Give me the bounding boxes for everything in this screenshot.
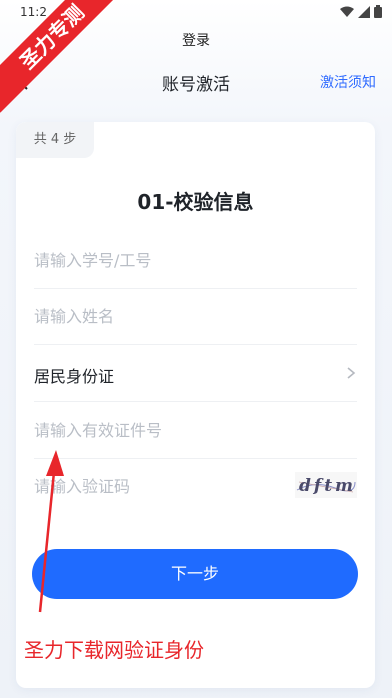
captcha-image[interactable]: dftm [295, 472, 357, 498]
student-id-input[interactable] [34, 232, 274, 288]
form-card: 共 4 步 01-校验信息 居民身份证 dftm 下一步 [16, 122, 375, 688]
id-type-select[interactable]: 居民身份证 [34, 345, 357, 402]
step-count-badge: 共 4 步 [16, 122, 94, 158]
activation-notice-link[interactable]: 激活须知 [320, 72, 376, 92]
id-number-input[interactable] [34, 402, 274, 458]
captcha-input[interactable] [34, 458, 274, 514]
next-step-button[interactable]: 下一步 [32, 549, 358, 599]
id-type-value: 居民身份证 [34, 367, 115, 386]
chevron-right-icon [347, 367, 356, 379]
status-icons [340, 5, 382, 18]
annotation-text: 圣力下载网验证身份 [24, 638, 204, 662]
battery-icon [374, 5, 382, 18]
captcha-field: dftm [34, 458, 357, 514]
status-time: 11:2 [20, 5, 47, 19]
name-field [34, 288, 357, 345]
id-number-field [34, 402, 357, 459]
signal-icon [358, 5, 370, 18]
name-input[interactable] [34, 288, 274, 344]
student-id-field [34, 232, 357, 289]
captcha-text: dftm [299, 476, 356, 496]
card-title: 01-校验信息 [137, 190, 254, 214]
wifi-icon [340, 6, 354, 17]
nav-bar: 账号激活 激活须知 [0, 62, 392, 102]
